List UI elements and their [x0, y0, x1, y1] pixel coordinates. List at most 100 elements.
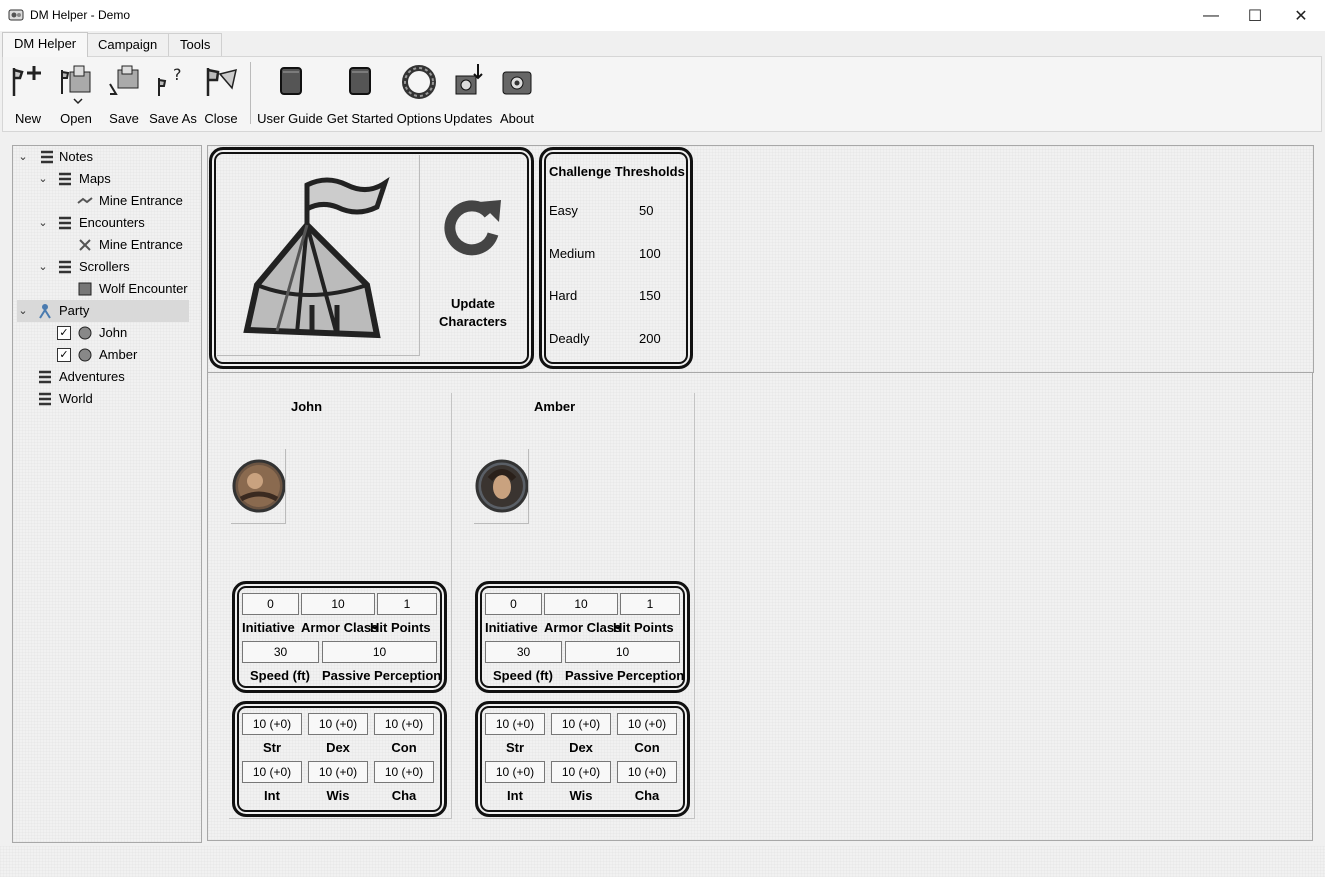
tree-item-amber[interactable]: ✓ Amber: [57, 344, 197, 366]
character-icon: [78, 326, 92, 340]
update-characters-button[interactable]: [441, 194, 505, 261]
close-file-button[interactable]: Close: [200, 56, 242, 130]
tree-item-map-mine-entrance[interactable]: Mine Entrance: [77, 190, 197, 212]
threshold-value: 50: [639, 203, 654, 218]
tree-item-wolf-encounter[interactable]: Wolf Encounter: [77, 278, 197, 300]
hit-points-field[interactable]: 1: [377, 593, 437, 615]
minimize-button[interactable]: —: [1188, 0, 1234, 31]
character-portrait[interactable]: [474, 449, 529, 524]
initiative-field[interactable]: 0: [242, 593, 299, 615]
options-button[interactable]: Options: [396, 56, 442, 130]
refresh-icon: [444, 200, 501, 256]
dex-field[interactable]: 10 (+0): [308, 713, 368, 735]
chevron-down-icon[interactable]: ⌄: [37, 212, 49, 234]
hit-points-label: Hit Points: [613, 620, 674, 635]
int-label: Int: [507, 788, 523, 803]
armor-class-label: Armor Class: [301, 620, 379, 635]
character-name: Amber: [534, 399, 576, 414]
tab-campaign[interactable]: Campaign: [86, 33, 170, 56]
passive-perception-label: Passive Perception: [322, 668, 442, 683]
save-button[interactable]: Save: [102, 56, 146, 130]
cha-field[interactable]: 10 (+0): [374, 761, 434, 783]
challenge-thresholds-title: Challenge Thresholds: [549, 164, 685, 179]
tab-tools[interactable]: Tools: [168, 33, 223, 56]
portrait-icon: [232, 459, 286, 513]
tree-item-notes[interactable]: ⌄ Notes: [17, 146, 197, 168]
campaign-tree[interactable]: ⌄ Notes ⌄ Maps Mine Entrance ⌄ Encounter…: [12, 145, 202, 843]
tree-item-world[interactable]: World: [17, 388, 197, 410]
str-field[interactable]: 10 (+0): [485, 713, 545, 735]
options-button-label: Options: [396, 111, 442, 126]
str-field[interactable]: 10 (+0): [242, 713, 302, 735]
open-button[interactable]: Open: [52, 56, 100, 130]
updates-button[interactable]: Updates: [443, 56, 493, 130]
tree-item-adventures[interactable]: Adventures: [17, 366, 197, 388]
new-button[interactable]: New: [6, 56, 50, 130]
character-portrait[interactable]: [231, 449, 286, 524]
john-checkbox[interactable]: ✓: [57, 326, 71, 340]
tree-label-amber: Amber: [99, 347, 138, 362]
threshold-row-hard: Hard 150: [549, 288, 679, 303]
wis-field[interactable]: 10 (+0): [308, 761, 368, 783]
tree-item-party[interactable]: ⌄ Party: [17, 300, 189, 322]
tree-label-party: Party: [59, 303, 90, 318]
update-characters-label[interactable]: Update Characters: [432, 295, 514, 331]
maximize-button[interactable]: ☐: [1232, 0, 1278, 31]
party-logo[interactable]: [217, 155, 420, 356]
close-window-button[interactable]: ✕: [1278, 0, 1324, 31]
int-field[interactable]: 10 (+0): [485, 761, 545, 783]
chevron-down-icon[interactable]: ⌄: [17, 146, 29, 168]
tree-item-encounters[interactable]: ⌄ Encounters: [37, 212, 197, 234]
speed-field[interactable]: 30: [242, 641, 319, 663]
character-card-amber: Amber 0 10 1 Initiative Armor Class Hit …: [472, 393, 695, 819]
open-button-label: Open: [60, 111, 92, 126]
dex-field[interactable]: 10 (+0): [551, 713, 611, 735]
passive-perception-field[interactable]: 10: [322, 641, 437, 663]
tree-item-john[interactable]: ✓ John: [57, 322, 197, 344]
about-button-label: About: [500, 111, 534, 126]
update-label-line1: Update: [450, 296, 496, 311]
tree-item-scrollers[interactable]: ⌄ Scrollers: [37, 256, 197, 278]
int-field[interactable]: 10 (+0): [242, 761, 302, 783]
title-bar: DM Helper - Demo — ☐ ✕: [0, 0, 1325, 31]
save-as-button[interactable]: ? Save As: [148, 56, 198, 130]
cha-field[interactable]: 10 (+0): [617, 761, 677, 783]
armor-class-field[interactable]: 10: [301, 593, 375, 615]
threshold-row-deadly: Deadly 200: [549, 331, 679, 346]
chevron-down-icon[interactable]: ⌄: [17, 300, 29, 322]
about-icon: [502, 71, 532, 95]
character-card-john: John 0 10 1 Initiative Armor Class Hit P…: [229, 393, 452, 819]
new-file-icon: [12, 66, 41, 96]
list-icon: [59, 216, 71, 230]
con-field[interactable]: 10 (+0): [374, 713, 434, 735]
amber-checkbox[interactable]: ✓: [57, 348, 71, 362]
tree-label-scrollers: Scrollers: [79, 259, 130, 274]
map-icon: [77, 197, 93, 204]
tree-item-maps[interactable]: ⌄ Maps: [37, 168, 197, 190]
about-button[interactable]: About: [496, 56, 538, 130]
get-started-button[interactable]: Get Started: [325, 56, 395, 130]
threshold-value: 100: [639, 246, 661, 261]
con-label: Con: [634, 740, 660, 755]
str-label: Str: [505, 740, 525, 755]
passive-perception-field[interactable]: 10: [565, 641, 680, 663]
hit-points-field[interactable]: 1: [620, 593, 680, 615]
portrait-icon: [475, 459, 529, 513]
svg-text:?: ?: [173, 65, 182, 84]
speed-field[interactable]: 30: [485, 641, 562, 663]
initiative-field[interactable]: 0: [485, 593, 542, 615]
threshold-value: 200: [639, 331, 661, 346]
user-guide-button[interactable]: User Guide: [257, 56, 323, 130]
chevron-down-icon[interactable]: ⌄: [37, 168, 49, 190]
con-field[interactable]: 10 (+0): [617, 713, 677, 735]
chevron-down-icon[interactable]: ⌄: [37, 256, 49, 278]
save-as-button-label: Save As: [149, 111, 197, 126]
tab-dm-helper[interactable]: DM Helper: [2, 32, 89, 57]
list-icon: [39, 392, 51, 406]
armor-class-field[interactable]: 10: [544, 593, 618, 615]
tree-item-encounter-mine-entrance[interactable]: Mine Entrance: [77, 234, 197, 256]
wis-field[interactable]: 10 (+0): [551, 761, 611, 783]
character-icon: [78, 348, 92, 362]
app-icon: [8, 9, 24, 21]
user-guide-button-label: User Guide: [257, 111, 323, 126]
